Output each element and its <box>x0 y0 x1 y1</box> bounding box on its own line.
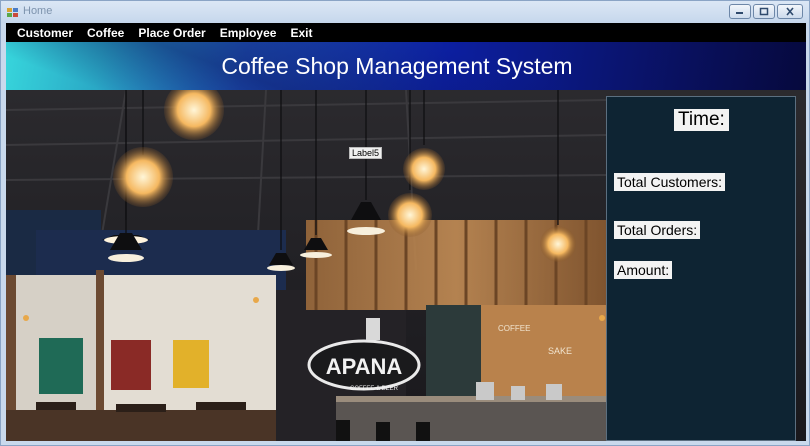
apana-sign-subtext: COFFEE & BEER <box>350 386 399 392</box>
title-bar: Home <box>1 1 809 23</box>
wall-text-sake: SAKE <box>548 346 572 356</box>
label5: Label5 <box>349 147 383 159</box>
menu-bar: Customer Coffee Place Order Employee Exi… <box>6 23 806 42</box>
menu-employee[interactable]: Employee <box>213 26 284 40</box>
menu-place-order[interactable]: Place Order <box>131 26 212 40</box>
close-button[interactable] <box>777 4 803 19</box>
minimize-icon <box>736 11 743 14</box>
menu-coffee[interactable]: Coffee <box>80 26 131 40</box>
page-title: Coffee Shop Management System <box>221 52 573 79</box>
menu-customer[interactable]: Customer <box>10 26 80 40</box>
total-orders-label: Total Orders: <box>614 221 701 239</box>
header-banner: Coffee Shop Management System <box>6 42 806 90</box>
menu-exit[interactable]: Exit <box>283 26 319 40</box>
time-label: Time: <box>674 109 729 131</box>
total-customers-label: Total Customers: <box>614 173 726 191</box>
apana-sign-text: APANA <box>326 354 403 379</box>
wall-text-coffee: COFFEE <box>498 324 530 333</box>
maximize-icon <box>759 7 769 16</box>
amount-label: Amount: <box>614 261 673 279</box>
close-icon <box>786 7 794 16</box>
maximize-button[interactable] <box>753 4 775 19</box>
app-window: Home Customer Coffee Place Order Employe… <box>0 0 810 446</box>
stats-panel: Time: Total Customers: Total Orders: Amo… <box>606 96 796 441</box>
app-icon <box>7 8 18 17</box>
window-title: Home <box>23 5 53 17</box>
minimize-button[interactable] <box>729 4 751 19</box>
